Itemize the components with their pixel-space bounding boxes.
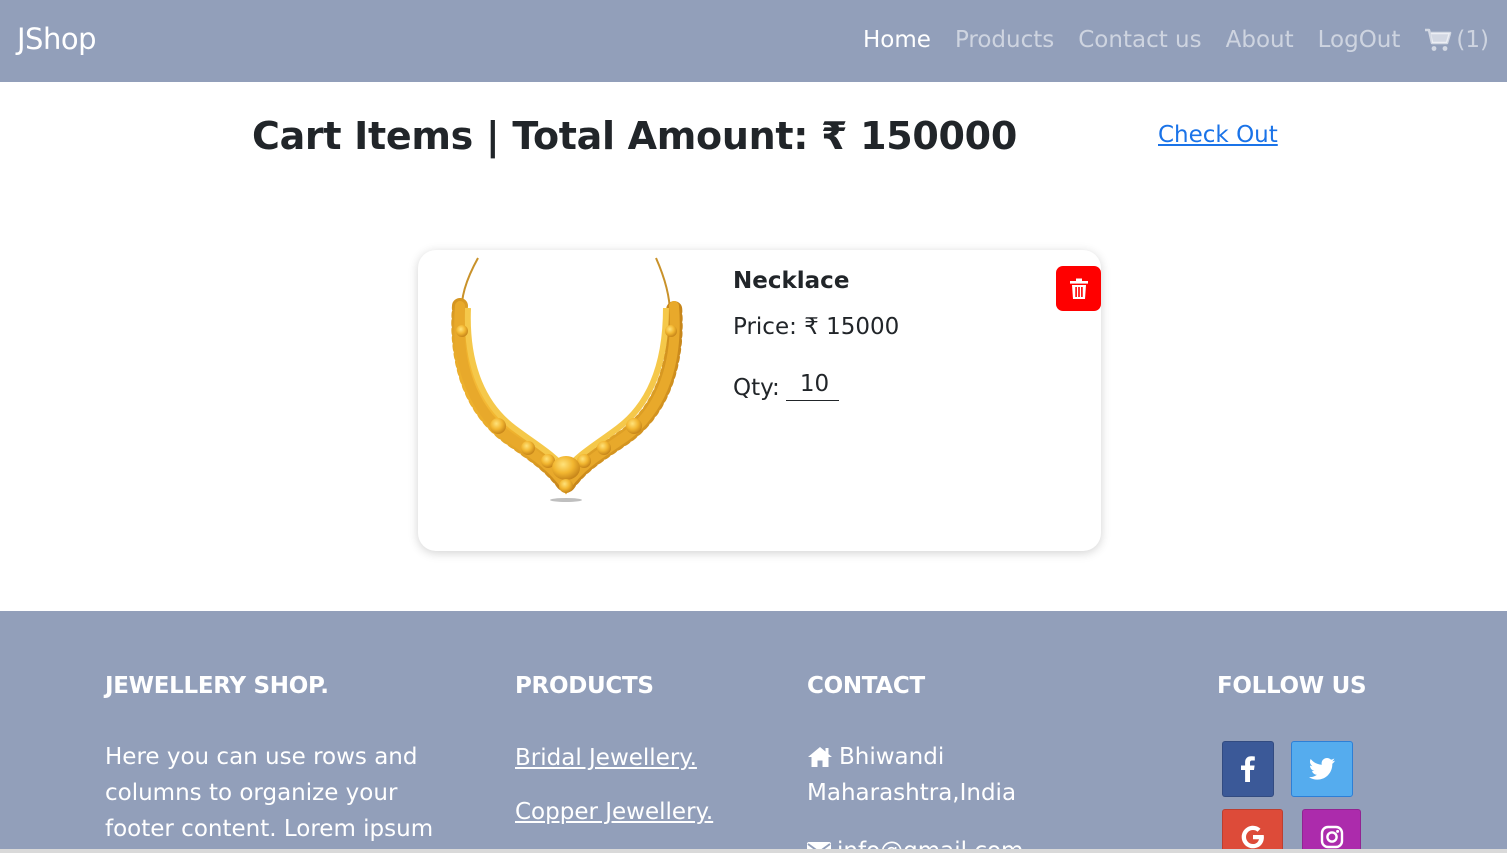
nav-products[interactable]: Products (955, 27, 1054, 53)
footer-about: JEWELLERY SHOP. Here you can use rows an… (105, 673, 445, 847)
instagram-button[interactable] (1302, 809, 1361, 853)
facebook-button[interactable] (1222, 741, 1274, 797)
product-price: Price: ₹ 15000 (733, 314, 900, 340)
footer-products: PRODUCTS Bridal Jewellery. Copper Jewell… (515, 673, 713, 825)
footer-about-heading: JEWELLERY SHOP. (105, 673, 329, 699)
page-bottom-edge (0, 849, 1507, 853)
google-button[interactable] (1222, 809, 1283, 853)
footer-follow: FOLLOW US (1217, 673, 1367, 699)
footer-products-heading: PRODUCTS (515, 673, 654, 699)
address-line-1: Bhiwandi (807, 739, 1023, 775)
contact-address: Bhiwandi Maharashtra,India (807, 739, 1023, 811)
quantity-row: Qty: (733, 367, 839, 401)
footer-about-text: Here you can use rows and columns to org… (105, 744, 434, 842)
brand-logo[interactable]: JShop (17, 22, 97, 56)
twitter-icon (1309, 758, 1335, 780)
nav-home[interactable]: Home (863, 27, 931, 53)
home-icon (808, 747, 832, 767)
footer-link-copper[interactable]: Copper Jewellery. (515, 799, 713, 825)
nav-about[interactable]: About (1226, 27, 1294, 53)
navbar: JShop Home Products Contact us About Log… (0, 0, 1507, 82)
trash-icon (1069, 278, 1088, 299)
cart-item-card: Necklace Price: ₹ 15000 Qty: (418, 250, 1101, 551)
necklace-image (451, 257, 683, 502)
nav-logout[interactable]: LogOut (1318, 27, 1401, 53)
shopping-cart-icon (1425, 28, 1452, 51)
footer-contact-heading: CONTACT (807, 673, 925, 699)
footer-follow-heading: FOLLOW US (1217, 673, 1367, 699)
nav-cart[interactable]: (1) (1424, 27, 1489, 53)
footer-link-bridal[interactable]: Bridal Jewellery. (515, 745, 713, 771)
facebook-icon (1241, 756, 1255, 782)
address-city: Bhiwandi (839, 744, 945, 770)
address-region: Maharashtra,India (807, 780, 1017, 806)
product-name: Necklace (733, 268, 850, 294)
cart-count: (1) (1456, 27, 1489, 53)
quantity-label: Qty: (733, 375, 780, 401)
page-title: Cart Items | Total Amount: ₹ 150000 (252, 114, 1017, 158)
twitter-button[interactable] (1291, 741, 1353, 797)
instagram-icon (1320, 825, 1343, 849)
nav-links: Home Products Contact us About LogOut (1… (839, 27, 1489, 53)
footer-contact: CONTACT Bhiwandi Maharashtra,India info@… (807, 673, 1023, 853)
checkout-link[interactable]: Check Out (1158, 122, 1278, 148)
google-icon (1241, 825, 1264, 849)
nav-contact-us[interactable]: Contact us (1078, 27, 1201, 53)
delete-item-button[interactable] (1056, 266, 1101, 311)
quantity-input[interactable] (785, 367, 839, 401)
